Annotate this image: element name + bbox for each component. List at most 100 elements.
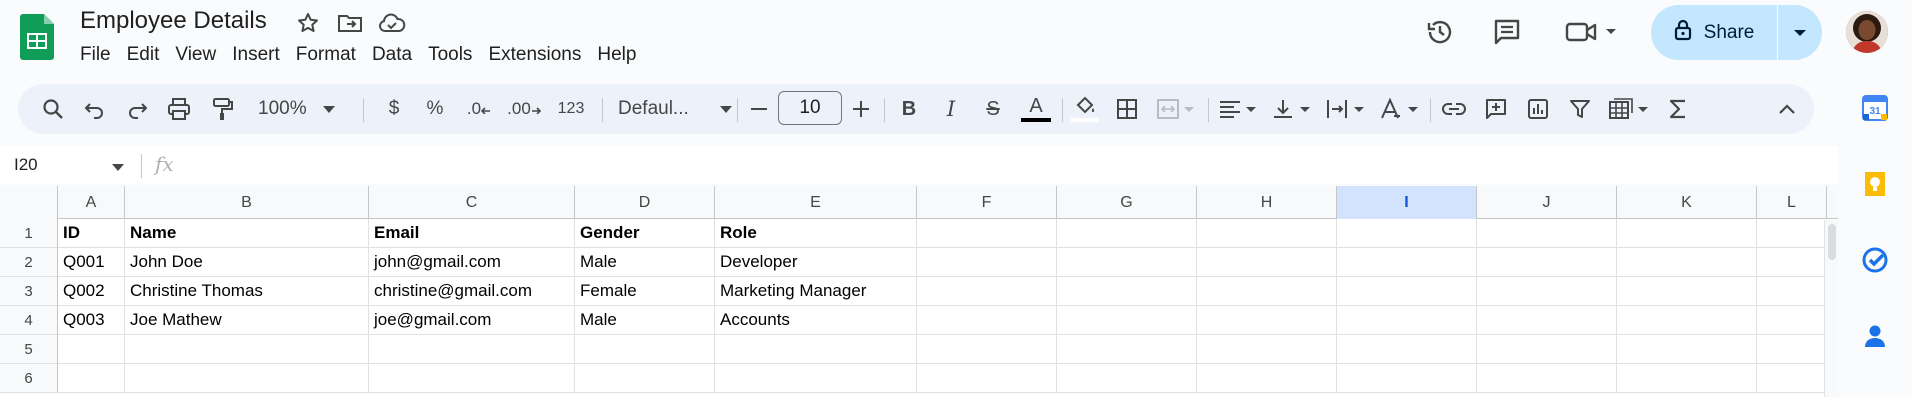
cell-d1[interactable]: Gender [575,219,715,248]
table-views-icon[interactable] [1606,84,1652,134]
cell-d4[interactable]: Male [575,306,715,335]
name-box-dropdown-icon[interactable] [112,158,124,176]
increase-font-size-icon[interactable] [848,84,874,134]
cell-l4[interactable] [1757,306,1827,335]
row-header-1[interactable]: 1 [0,219,58,248]
cell-b6[interactable] [125,364,369,393]
menu-view[interactable]: View [167,42,224,68]
version-history-icon[interactable] [1423,15,1457,49]
scrollbar-thumb[interactable] [1828,224,1836,260]
sheets-logo-icon[interactable] [20,14,54,60]
functions-icon[interactable] [1662,84,1694,134]
zoom-select[interactable]: 100% [258,84,348,134]
cell-i5[interactable] [1337,335,1477,364]
column-header-j[interactable]: J [1477,186,1617,219]
cell-b1[interactable]: Name [125,219,369,248]
share-dropdown-chevron-icon[interactable] [1778,5,1822,60]
cell-d5[interactable] [575,335,715,364]
cell-j6[interactable] [1477,364,1617,393]
column-header-l[interactable]: L [1757,186,1827,219]
strikethrough-button[interactable]: S [978,84,1008,134]
cell-l1[interactable] [1757,219,1827,248]
cell-h3[interactable] [1197,277,1337,306]
cell-l3[interactable] [1757,277,1827,306]
insert-chart-icon[interactable] [1522,84,1554,134]
cell-f1[interactable] [917,219,1057,248]
cell-h1[interactable] [1197,219,1337,248]
spreadsheet-grid[interactable]: A B C D E F G H I J K L 1 ID Name Email Gender Role 2 Q001 J… [0,186,1838,397]
cell-c3[interactable]: christine@gmail.com [369,277,575,306]
menu-file[interactable]: File [72,42,119,68]
column-header-i[interactable]: I [1337,186,1477,219]
cell-e1[interactable]: Role [715,219,917,248]
column-header-a[interactable]: A [58,186,125,219]
menu-insert[interactable]: Insert [224,42,288,68]
cell-i2[interactable] [1337,248,1477,277]
more-formats-button[interactable]: 123 [548,84,594,134]
cell-g2[interactable] [1057,248,1197,277]
cell-a6[interactable] [58,364,125,393]
select-all-corner[interactable] [0,186,58,219]
cell-i4[interactable] [1337,306,1477,335]
cell-j5[interactable] [1477,335,1617,364]
font-family-select[interactable]: Defaul... [610,84,740,134]
cell-l6[interactable] [1757,364,1827,393]
cell-g4[interactable] [1057,306,1197,335]
row-header-3[interactable]: 3 [0,277,58,306]
cell-j4[interactable] [1477,306,1617,335]
cell-h2[interactable] [1197,248,1337,277]
cell-e4[interactable]: Accounts [715,306,917,335]
cell-c2[interactable]: john@gmail.com [369,248,575,277]
search-menus-icon[interactable] [38,84,68,134]
star-icon[interactable] [294,9,322,37]
cell-b2[interactable]: John Doe [125,248,369,277]
merge-cells-icon[interactable] [1154,84,1198,134]
row-header-4[interactable]: 4 [0,306,58,335]
document-title[interactable]: Employee Details [80,7,267,35]
cell-d2[interactable]: Male [575,248,715,277]
menu-extensions[interactable]: Extensions [480,42,589,68]
vertical-scrollbar[interactable] [1824,220,1838,397]
column-header-g[interactable]: G [1057,186,1197,219]
cell-j1[interactable] [1477,219,1617,248]
cell-d6[interactable] [575,364,715,393]
text-rotation-icon[interactable] [1378,84,1422,134]
meet-icon[interactable] [1562,15,1624,49]
calendar-icon[interactable]: 31 [1857,90,1893,126]
cloud-saved-icon[interactable] [378,9,406,37]
cell-a2[interactable]: Q001 [58,248,125,277]
bold-button[interactable]: B [894,84,924,134]
cell-g5[interactable] [1057,335,1197,364]
paint-format-icon[interactable] [208,84,238,134]
decrease-font-size-icon[interactable] [746,84,772,134]
cell-k3[interactable] [1617,277,1757,306]
cell-a4[interactable]: Q003 [58,306,125,335]
horizontal-align-icon[interactable] [1216,84,1260,134]
column-header-e[interactable]: E [715,186,917,219]
cell-a1[interactable]: ID [58,219,125,248]
column-header-f[interactable]: F [917,186,1057,219]
row-header-2[interactable]: 2 [0,248,58,277]
vertical-align-icon[interactable] [1270,84,1314,134]
cell-i3[interactable] [1337,277,1477,306]
cell-c1[interactable]: Email [369,219,575,248]
column-header-c[interactable]: C [369,186,575,219]
name-box[interactable]: I20 [14,155,38,175]
cell-k5[interactable] [1617,335,1757,364]
percent-format-button[interactable]: % [422,84,448,134]
create-filter-icon[interactable] [1564,84,1596,134]
cell-i6[interactable] [1337,364,1477,393]
cell-l5[interactable] [1757,335,1827,364]
borders-icon[interactable] [1112,84,1142,134]
contacts-icon[interactable] [1857,318,1893,354]
cell-k2[interactable] [1617,248,1757,277]
cell-h6[interactable] [1197,364,1337,393]
cell-l2[interactable] [1757,248,1827,277]
cell-f5[interactable] [917,335,1057,364]
cell-k6[interactable] [1617,364,1757,393]
menu-tools[interactable]: Tools [420,42,480,68]
menu-help[interactable]: Help [589,42,644,68]
move-folder-icon[interactable] [336,9,364,37]
print-icon[interactable] [164,84,194,134]
account-avatar[interactable] [1846,11,1888,53]
